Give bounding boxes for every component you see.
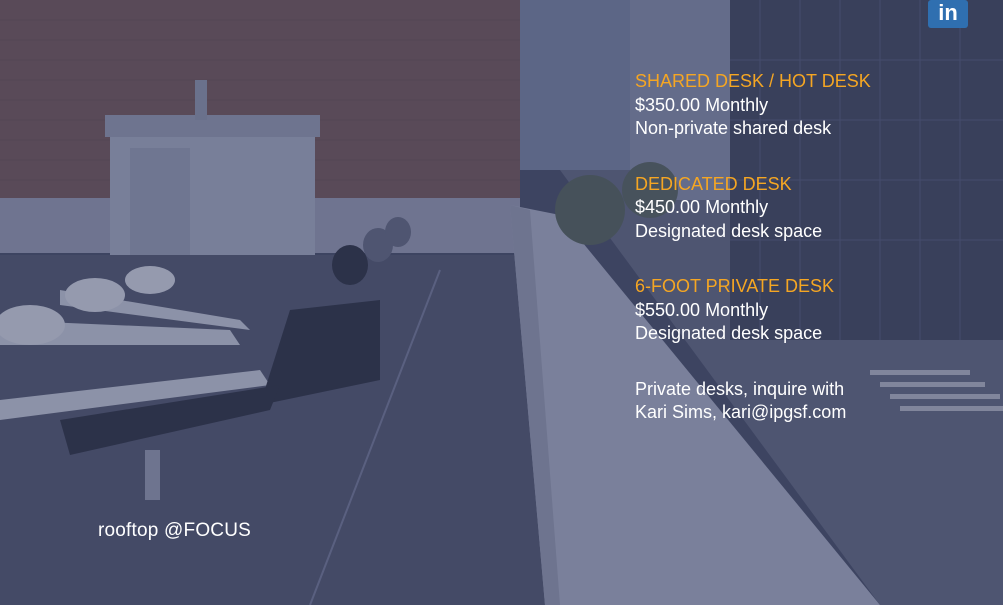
pricing-tier-shared: SHARED DESK / HOT DESK $350.00 Monthly N… — [635, 70, 965, 141]
linkedin-logo-icon: in — [928, 0, 968, 28]
rooftop-photo: in rooftop @FOCUS SHARED DESK / HOT DESK… — [0, 0, 1003, 605]
tier-price: $550.00 Monthly — [635, 299, 769, 320]
contact-note: Private desks, inquire with Kari Sims, k… — [635, 378, 965, 425]
pricing-tier-dedicated: DEDICATED DESK $450.00 Monthly Designate… — [635, 173, 965, 244]
tier-name: 6-FOOT PRIVATE DESK — [635, 276, 835, 296]
contact-note-line: Private desks, inquire with — [635, 378, 845, 399]
tier-name: DEDICATED DESK — [635, 173, 792, 194]
photo-caption: rooftop @FOCUS — [98, 520, 252, 541]
tier-description: Designated desk space — [635, 220, 823, 241]
tier-price: $450.00 Monthly — [635, 197, 769, 217]
contact-email: Kari Sims, kari@ipgsf.com — [635, 402, 847, 422]
tier-description: Non-private shared desk — [635, 118, 832, 138]
tier-name: SHARED DESK / HOT DESK — [635, 71, 871, 91]
tier-price: $350.00 Monthly — [635, 94, 769, 115]
pricing-list: SHARED DESK / HOT DESK $350.00 Monthly N… — [635, 70, 965, 425]
tier-description: Designated desk space — [635, 323, 823, 343]
pricing-tier-private: 6-FOOT PRIVATE DESK $550.00 Monthly Desi… — [635, 275, 965, 346]
